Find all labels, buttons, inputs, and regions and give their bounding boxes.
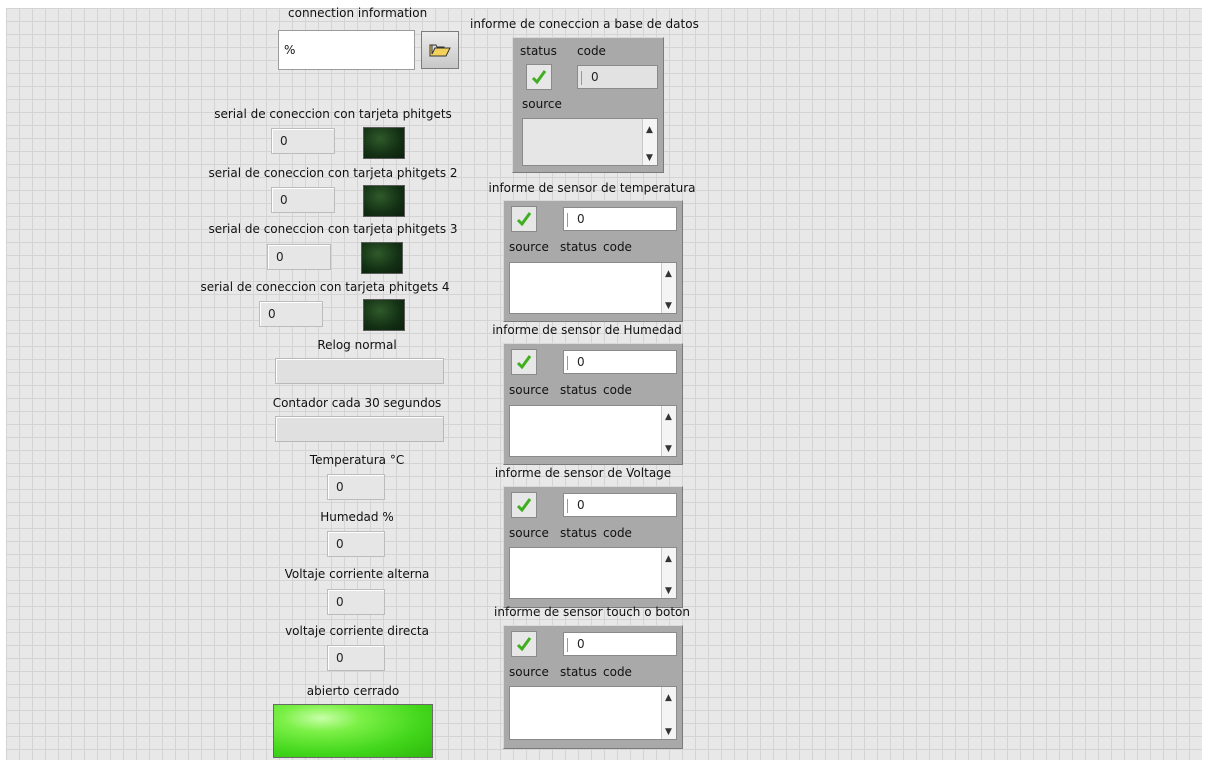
db-report-title: informe de coneccion a base de datos (470, 17, 699, 31)
temperatura-label: Temperatura °C (309, 453, 405, 467)
serial-4-label: serial de coneccion con tarjeta phitgets… (200, 280, 450, 294)
sensor-temperatura-scrollbar[interactable]: ▲ ▼ (661, 263, 676, 313)
sensor-temperatura-code-label: code (603, 240, 632, 254)
arrow-down-icon[interactable]: ▼ (665, 444, 672, 454)
serial-3-led (361, 242, 403, 274)
arrow-up-icon[interactable]: ▲ (646, 125, 653, 135)
sensor-temperatura-code-value: 0 (577, 212, 585, 226)
sensor-touch-code-value: 0 (577, 637, 585, 651)
serial-4-value: 0 (259, 301, 323, 327)
sensor-voltage-status-label: status (560, 526, 597, 540)
contador-indicator (275, 416, 444, 442)
sensor-voltage-code-value: 0 (577, 498, 585, 512)
checkmark-icon (516, 498, 532, 513)
arrow-up-icon[interactable]: ▲ (665, 693, 672, 703)
sensor-touch-title: informe de sensor touch o boton (494, 605, 690, 619)
sensor-touch-source-field[interactable]: ▲ ▼ (509, 686, 677, 740)
sensor-humedad-scrollbar[interactable]: ▲ ▼ (661, 406, 676, 456)
sensor-voltage-source-label: source (509, 526, 549, 540)
checkmark-icon (516, 637, 532, 652)
serial-1-label: serial de coneccion con tarjeta phitgets (214, 107, 452, 121)
sensor-voltage-status (511, 492, 537, 518)
serial-4-led (363, 299, 405, 331)
sensor-humedad-title: informe de sensor de Humedad (492, 323, 682, 337)
abierto-cerrado-led (273, 704, 433, 758)
db-status-indicator (526, 64, 552, 90)
relog-label: Relog normal (317, 338, 397, 352)
sensor-humedad-code-label: code (603, 383, 632, 397)
sensor-temperatura-status-label: status (560, 240, 597, 254)
sensor-touch-scrollbar[interactable]: ▲ ▼ (661, 687, 676, 739)
voltaje-directa-value: 0 (327, 645, 385, 671)
sensor-humedad-status-label: status (560, 383, 597, 397)
arrow-up-icon[interactable]: ▲ (665, 554, 672, 564)
humedad-label: Humedad % (320, 510, 394, 524)
serial-3-value: 0 (267, 244, 331, 270)
contador-label: Contador cada 30 segundos (272, 396, 442, 410)
serial-1-value: 0 (271, 128, 335, 154)
voltaje-alterna-label: Voltaje corriente alterna (284, 567, 430, 581)
db-source-label: source (522, 97, 562, 111)
arrow-down-icon[interactable]: ▼ (646, 153, 653, 163)
browse-button[interactable] (421, 31, 459, 69)
sensor-humedad-status (511, 349, 537, 375)
sensor-temperatura-status (511, 206, 537, 232)
sensor-voltage-code-field[interactable]: 0 (563, 493, 677, 517)
sensor-voltage-scrollbar[interactable]: ▲ ▼ (661, 548, 676, 598)
db-source-scrollbar[interactable]: ▲ ▼ (642, 119, 657, 165)
sensor-touch-status-label: status (560, 665, 597, 679)
sensor-humedad-source-field[interactable]: ▲ ▼ (509, 405, 677, 457)
voltaje-directa-label: voltaje corriente directa (285, 624, 429, 638)
sensor-touch-code-field[interactable]: 0 (563, 632, 677, 656)
sensor-humedad-source-label: source (509, 383, 549, 397)
serial-1-led (363, 127, 405, 159)
checkmark-icon (516, 355, 532, 370)
arrow-up-icon[interactable]: ▲ (665, 269, 672, 279)
abierto-cerrado-label: abierto cerrado (306, 684, 400, 698)
serial-2-led (363, 185, 405, 217)
sensor-temperatura-code-field[interactable]: 0 (563, 207, 677, 231)
sensor-temperatura-source-field[interactable]: ▲ ▼ (509, 262, 677, 314)
folder-open-icon (429, 44, 451, 57)
checkmark-icon (531, 70, 547, 85)
db-code-value: 0 (591, 70, 599, 84)
sensor-humedad-code-field[interactable]: 0 (563, 350, 677, 374)
sensor-voltage-code-label: code (603, 526, 632, 540)
serial-3-label: serial de coneccion con tarjeta phitgets… (208, 222, 458, 236)
temperatura-value: 0 (327, 474, 385, 500)
serial-2-value: 0 (271, 187, 335, 213)
db-code-label: code (577, 44, 606, 58)
sensor-voltage-title: informe de sensor de Voltage (494, 466, 672, 480)
sensor-touch-source-label: source (509, 665, 549, 679)
sensor-voltage-source-field[interactable]: ▲ ▼ (509, 547, 677, 599)
sensor-temperatura-title: informe de sensor de temperatura (488, 181, 696, 195)
connection-information-label: connection information (288, 6, 428, 20)
serial-2-label: serial de coneccion con tarjeta phitgets… (208, 166, 458, 180)
arrow-up-icon[interactable]: ▲ (665, 412, 672, 422)
humedad-value: 0 (327, 531, 385, 557)
sensor-temperatura-source-label: source (509, 240, 549, 254)
arrow-down-icon[interactable]: ▼ (665, 586, 672, 596)
sensor-touch-code-label: code (603, 665, 632, 679)
connection-path-input[interactable]: % (278, 30, 415, 70)
arrow-down-icon[interactable]: ▼ (665, 301, 672, 311)
voltaje-alterna-value: 0 (327, 589, 385, 615)
sensor-touch-status (511, 631, 537, 657)
arrow-down-icon[interactable]: ▼ (665, 727, 672, 737)
checkmark-icon (516, 212, 532, 227)
db-source-field[interactable]: ▲ ▼ (522, 118, 658, 166)
db-status-label: status (520, 44, 557, 58)
relog-indicator (275, 358, 444, 384)
sensor-humedad-code-value: 0 (577, 355, 585, 369)
db-code-field[interactable]: 0 (577, 65, 658, 89)
